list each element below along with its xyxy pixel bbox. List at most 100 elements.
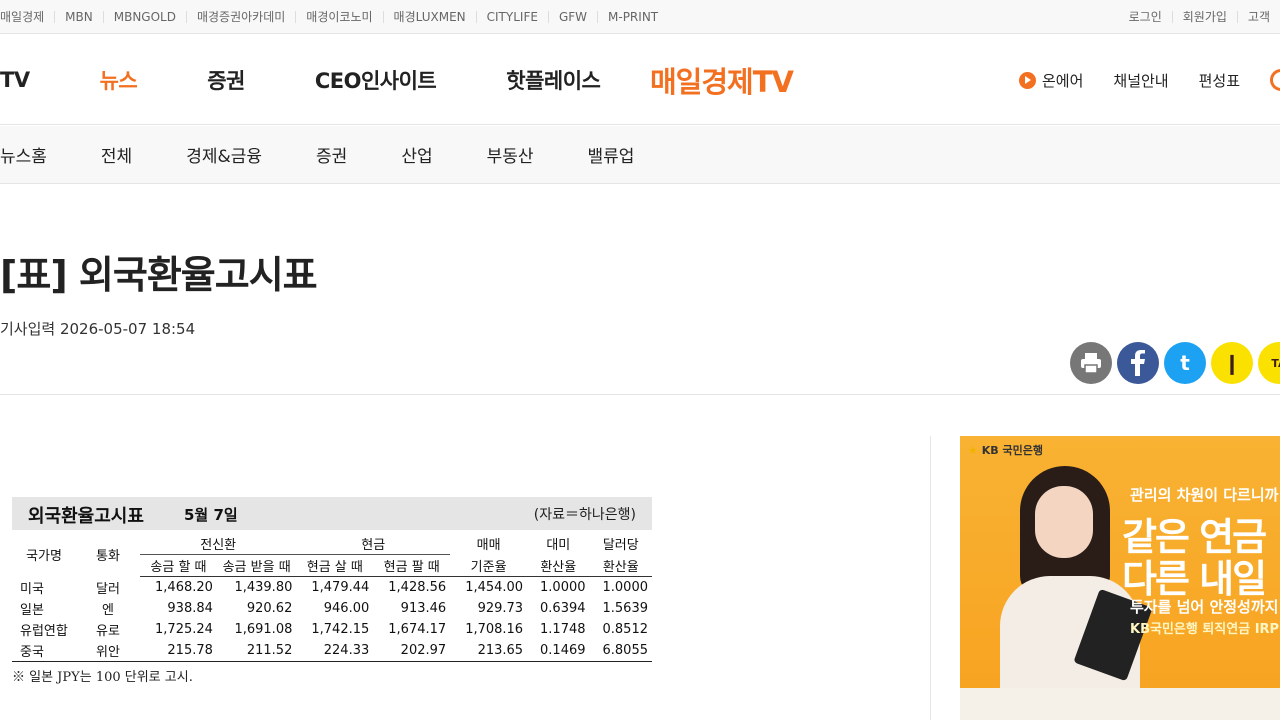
facebook-icon	[1131, 350, 1145, 376]
nav-stock[interactable]: 증권	[207, 65, 245, 95]
cell-value: 211.52	[216, 639, 297, 662]
family-link-mbngold[interactable]: MBNGOLD	[102, 11, 186, 23]
search-icon[interactable]	[1270, 69, 1280, 91]
cell-value: 0.1469	[527, 639, 590, 662]
subnav-all[interactable]: 전체	[101, 142, 132, 167]
ad-product: KB국민은행 퇴직연금 IRP	[1130, 622, 1280, 637]
family-link-mbn[interactable]: MBN	[54, 11, 103, 23]
customer-center-link[interactable]: 고객	[1236, 11, 1280, 23]
table-header-bar: 외국환율고시표 5월 7일 (자료＝하나은행)	[12, 497, 652, 530]
ad-subcopy: 투자를 넘어 안정성까지	[1130, 598, 1279, 616]
subnav-economy-finance[interactable]: 경제&금융	[186, 142, 262, 167]
cell-value: 929.73	[477, 600, 524, 616]
family-link-mk[interactable]: 매일경제	[0, 11, 54, 23]
signup-link[interactable]: 회원가입	[1171, 11, 1237, 23]
cell-value: 0.6394	[540, 600, 586, 616]
header-utility: 온에어 채널안내 편성표	[989, 35, 1280, 125]
kakaotalk-share-button[interactable]: TA	[1258, 342, 1280, 384]
col-group-cash: 현금	[296, 530, 451, 555]
facebook-share-button[interactable]	[1117, 342, 1159, 384]
table-source: (자료＝하나은행)	[533, 507, 636, 523]
family-link-luxmen[interactable]: 매경LUXMEN	[382, 11, 476, 23]
twitter-icon: t	[1180, 351, 1190, 375]
col-wire-receive: 송금 받을 때	[216, 554, 297, 577]
twitter-share-button[interactable]: t	[1164, 342, 1206, 384]
ad-bank-logo: ★ KB 국민은행	[968, 442, 1043, 458]
site-logo[interactable]: 매일경제TV	[650, 59, 794, 101]
subnav-stock[interactable]: 증권	[316, 142, 347, 167]
table-date: 5월 7일	[184, 506, 238, 524]
article-title: [표] 외국환율고시표	[0, 253, 318, 297]
cell-value: 920.62	[246, 600, 293, 616]
channel-guide-link[interactable]: 채널안내	[1113, 70, 1168, 91]
col-per-usd: 환산율	[589, 554, 652, 577]
family-site-links: 매일경제 MBN MBNGOLD 매경증권아카데미 매경이코노미 매경LUXME…	[0, 0, 668, 34]
login-link[interactable]: 로그인	[1119, 11, 1172, 23]
cell-value: 1,454.00	[465, 579, 524, 595]
schedule-link[interactable]: 편성표	[1199, 70, 1240, 91]
table-title: 외국환율고시표	[28, 506, 144, 527]
subnav-realestate[interactable]: 부동산	[487, 142, 534, 167]
nav-ceo-insight[interactable]: CEO인사이트	[315, 65, 437, 95]
family-link-citylife[interactable]: CITYLIFE	[475, 11, 548, 23]
nav-hotplace[interactable]: 핫플레이스	[506, 65, 601, 95]
cell-value: 202.97	[373, 639, 451, 662]
printer-icon	[1081, 353, 1101, 374]
kakaostory-share-button[interactable]: ❙	[1211, 342, 1253, 384]
cell-currency: 엔	[102, 602, 114, 618]
nav-news[interactable]: 뉴스	[100, 65, 138, 95]
onair-link[interactable]: 온에어	[1018, 70, 1084, 91]
cell-currency: 유로	[96, 623, 120, 639]
nav-tv[interactable]: TV	[0, 68, 30, 92]
col-per-usd-top: 달러당	[602, 538, 639, 554]
cell-value: 1,725.24	[155, 621, 213, 637]
cell-country: 일본	[20, 602, 44, 618]
onair-label: 온에어	[1041, 71, 1084, 90]
cell-value: 215.78	[140, 639, 217, 662]
sidebar-ad-banner[interactable]: ★ KB 국민은행 관리의 차원이 다르니까 같은 연금 다른 내일 투자를 넘…	[960, 436, 1280, 720]
main-header: TV 뉴스 증권 CEO인사이트 핫플레이스 매일경제TV 온에어 채널안내 편…	[0, 35, 1280, 125]
kakaostory-icon: ❙	[1223, 351, 1241, 375]
col-base-rate: 기준율	[450, 554, 528, 577]
cell-value: 1.0000	[540, 579, 586, 595]
share-buttons: t ❙ TA	[1070, 342, 1280, 384]
cell-value: 224.33	[296, 639, 374, 662]
ad-headline-2: 다른 내일	[1122, 557, 1267, 601]
ad-bank-name: KB 국민은행	[981, 444, 1043, 457]
top-utility-bar: 매일경제 MBN MBNGOLD 매경증권아카데미 매경이코노미 매경LUXME…	[0, 0, 1280, 34]
family-link-gfw[interactable]: GFW	[547, 11, 597, 23]
family-link-academy[interactable]: 매경증권아카데미	[185, 11, 295, 23]
ad-model-image	[1000, 466, 1153, 720]
table-row: 일본 엔 938.84 920.62 946.00 913.46 929.73 …	[12, 598, 652, 619]
kakaotalk-icon: TA	[1271, 356, 1280, 370]
kb-star-icon: ★	[968, 444, 978, 457]
family-link-economy[interactable]: 매경이코노미	[295, 11, 382, 23]
news-subnav: 뉴스홈 전체 경제&금융 증권 산업 부동산 밸류업	[0, 126, 1280, 184]
subnav-industry[interactable]: 산업	[401, 142, 432, 167]
cell-value: 1,742.15	[311, 621, 370, 637]
cell-currency: 위안	[76, 639, 140, 662]
article-date: 기사입력 2026-05-07 18:54	[0, 320, 196, 338]
col-currency: 통화	[96, 549, 120, 565]
ad-headline-small: 관리의 차원이 다르니까	[1130, 486, 1279, 504]
table-row: 미국 달러 1,468.20 1,439.80 1,479.44 1,428.5…	[12, 577, 652, 598]
cell-value: 1,708.16	[465, 621, 524, 637]
sidebar-divider	[930, 436, 931, 720]
print-button[interactable]	[1070, 342, 1112, 384]
cell-value: 938.84	[167, 600, 213, 616]
subnav-news-home[interactable]: 뉴스홈	[0, 142, 47, 167]
cell-country: 유럽연합	[20, 623, 68, 639]
cell-value: 1,479.44	[311, 579, 370, 595]
article-divider	[0, 394, 1280, 395]
ad-fine-print	[960, 688, 1280, 720]
subnav-valueup[interactable]: 밸류업	[588, 142, 635, 167]
family-link-mprint[interactable]: M-PRINT	[597, 11, 668, 23]
col-usd-conv-top: 대미	[546, 538, 571, 554]
col-base-rate-top: 매매	[476, 538, 501, 554]
cell-value: 1,674.17	[388, 621, 447, 637]
cell-country: 중국	[12, 639, 76, 662]
cell-value: 0.8512	[602, 621, 649, 637]
cell-value: 1.1748	[540, 621, 586, 637]
col-usd-conv: 환산율	[527, 554, 590, 577]
table-note: ※ 일본 JPY는 100 단위로 고시.	[12, 669, 193, 685]
